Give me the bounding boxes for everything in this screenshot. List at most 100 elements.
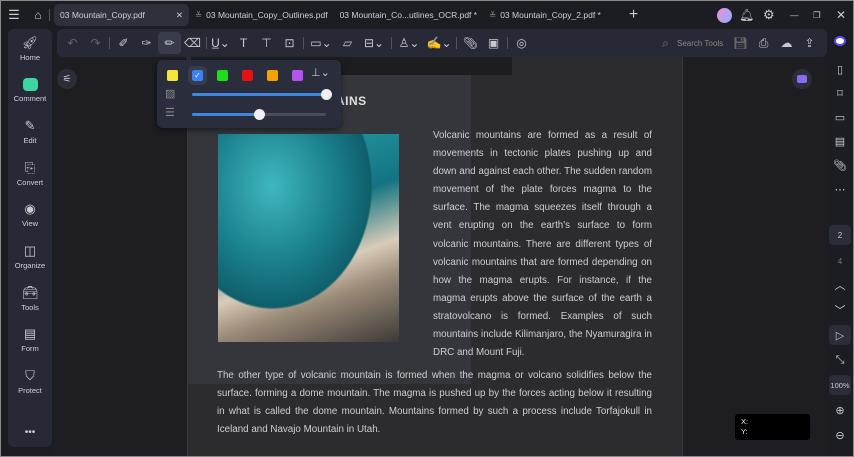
more-button[interactable]: ••• [8, 427, 52, 438]
save-icon[interactable]: 💾︎ [729, 32, 752, 54]
zoom-level[interactable]: 100% [829, 375, 851, 395]
sidebar-item-home[interactable]: 🚀︎ Home [8, 33, 52, 62]
edit-icon: ✎ [24, 118, 36, 133]
tab-copy-2[interactable]: ≚ 03 Mountain_Copy_2.pdf * [483, 4, 607, 26]
sidebar-item-edit[interactable]: ✎ Edit [8, 116, 52, 145]
opacity-icon: ▨ [165, 88, 176, 100]
fit-page-icon[interactable]: ⤡ [829, 350, 851, 370]
tools-icon: 🧰︎ [21, 285, 39, 300]
gear-icon[interactable]: ⚙ [763, 7, 775, 23]
comments-panel-icon[interactable]: ▭ [829, 107, 851, 127]
tab-03-mountain-copy[interactable]: 03 Mountain_Copy.pdf ✕ [54, 4, 189, 26]
thickness-icon: ☰ [165, 107, 175, 119]
highlight-icon[interactable]: ✐ [112, 32, 135, 54]
form-icon: ▤ [23, 326, 37, 341]
measure-icon[interactable]: ⊟⌄ [359, 32, 389, 54]
search-tools-input[interactable]: Search Tools [677, 39, 729, 48]
sidebar-item-view[interactable]: ◉ View [8, 199, 52, 228]
tab-bar: ☰ ⌂ 03 Mountain_Copy.pdf ✕ ≚ 03 Mountain_C… [1, 1, 853, 29]
home-icon[interactable]: ⌂ [27, 8, 49, 22]
print-icon[interactable]: ⎙ [752, 32, 775, 54]
color-swatch[interactable] [217, 70, 228, 81]
callout-icon[interactable]: ⊡ [278, 32, 301, 54]
prev-page-icon[interactable]: ︿ [829, 275, 851, 295]
shape-icon[interactable]: ▭⌄ [306, 32, 336, 54]
menu-icon[interactable]: ☰ [1, 7, 27, 23]
comment-icon [8, 74, 52, 94]
filter-settings-icon[interactable]: ⚟ [57, 69, 77, 89]
signature-icon[interactable]: ✍⌄ [424, 32, 454, 54]
textbox-icon[interactable]: ⊤ [255, 32, 278, 54]
bookmark-icon[interactable]: ⌑ [829, 83, 851, 103]
underline-icon[interactable]: U̲⌄ [209, 32, 232, 54]
sidebar-item-convert[interactable]: ⎘ Convert [8, 158, 52, 187]
new-tab-icon[interactable]: + [629, 6, 638, 24]
zoom-in-icon[interactable]: ⊕ [829, 400, 851, 420]
ai-icon[interactable] [829, 31, 851, 51]
color-swatch[interactable] [292, 70, 303, 81]
text-icon[interactable]: T [232, 32, 255, 54]
paragraph-1: Volcanic mountains are formed as a resul… [433, 130, 652, 359]
sidebar-item-comment[interactable]: Comment [8, 74, 52, 103]
current-page[interactable]: 2 [829, 225, 851, 245]
attachments-icon[interactable]: 📎︎ [829, 155, 851, 175]
note-icon[interactable]: ▱ [336, 32, 359, 54]
color-swatch[interactable] [267, 70, 278, 81]
view-icon: ◉ [24, 201, 36, 216]
comment-toolbar: ↶ ↷ ✐ ✑ ✏ ⌫ U̲⌄ T ⊤ ⊡ ▭⌄ ▱ ⊟⌄ ♙⌄ ✍⌄ 📎︎ ▣… [57, 29, 827, 57]
close-icon[interactable]: ✕ [176, 10, 183, 21]
stamp-icon[interactable]: ♙⌄ [394, 32, 424, 54]
hide-comments-icon[interactable]: ◎ [510, 32, 533, 54]
minimize-icon[interactable]: — [790, 10, 799, 20]
line-style-icon[interactable]: ⊥⌄ [311, 66, 330, 79]
sidebar-item-form[interactable]: ▤ Form [8, 324, 52, 353]
area-highlight-icon[interactable]: ✑ [135, 32, 158, 54]
sidebar-item-tools[interactable]: 🧰︎ Tools [8, 283, 52, 312]
color-swatch[interactable] [167, 70, 178, 81]
tab-ocr[interactable]: 03 Mountain_Co...utlines_OCR.pdf * [334, 4, 484, 26]
color-swatch[interactable]: ✓ [188, 66, 207, 85]
comment-file-icon[interactable]: ▣ [482, 32, 505, 54]
share-icon[interactable]: ⇪ [798, 32, 821, 54]
convert-icon: ⎘ [24, 160, 36, 175]
slider-handle[interactable] [254, 109, 265, 120]
eraser-icon[interactable]: ⌫ [181, 32, 204, 54]
right-panel: ▯ ⌑ ▭ ▤ 📎︎ ⋯ 2 4 ︿ ﹀ ▷ ⤡ 100% ⊕ ⊖ [827, 29, 853, 456]
app-window: ☰ ⌂ 03 Mountain_Copy.pdf ✕ ≚ 03 Mountain_C… [1, 1, 853, 456]
pencil-icon[interactable]: ✏ [158, 32, 181, 54]
attachment-icon[interactable]: 📎︎ [459, 32, 482, 54]
slider-handle[interactable] [321, 89, 332, 100]
restore-icon[interactable]: ❐ [813, 10, 821, 21]
zoom-out-icon[interactable]: ⊖ [829, 425, 851, 445]
opacity-slider[interactable] [192, 89, 332, 100]
tab-outlines[interactable]: ≚ 03 Mountain_Copy_Outlines.pdf [189, 4, 334, 26]
color-swatch[interactable] [242, 70, 253, 81]
select-tool-icon[interactable]: ▷ [829, 325, 851, 345]
bell-icon[interactable]: 🔔︎ [739, 8, 754, 22]
next-page-icon[interactable]: ﹀ [829, 300, 851, 320]
volcanic-pool-image [218, 134, 399, 342]
pencil-properties-popup: ✓ ⊥⌄ ▨ ☰ [157, 60, 341, 128]
close-window-icon[interactable]: ✕ [836, 8, 846, 22]
thumbnails-icon[interactable]: ▯ [829, 59, 851, 79]
tab-dropdown-icon: ≚ [195, 9, 203, 20]
undo-icon[interactable]: ↶ [61, 32, 84, 54]
tab-dropdown-icon: ≚ [489, 9, 497, 20]
left-sidebar: 🚀︎ Home Comment ✎ Edit ⎘ Convert ◉ View ◫ Org… [8, 29, 52, 447]
avatar[interactable] [717, 7, 732, 23]
protect-icon: ⛉ [25, 368, 35, 383]
paragraph-2: The other type of volcanic mountain is f… [217, 370, 652, 436]
total-pages: 4 [837, 256, 843, 266]
cloud-upload-icon[interactable]: ☁ [775, 32, 798, 54]
sidebar-item-organize[interactable]: ◫ Organize [8, 241, 52, 270]
rocket-icon: 🚀︎ [21, 35, 39, 50]
search-icon: ⌕ [662, 35, 669, 50]
more-icon[interactable]: ⋯ [829, 179, 851, 199]
cursor-coordinates: X: Y: [735, 414, 810, 440]
properties-icon[interactable]: ▤ [829, 131, 851, 151]
ai-assistant-icon[interactable] [792, 69, 812, 89]
sidebar-item-protect[interactable]: ⛉ Protect [8, 366, 52, 395]
thickness-slider[interactable] [192, 109, 326, 120]
redo-icon[interactable]: ↷ [84, 32, 107, 54]
organize-icon: ◫ [23, 243, 37, 258]
